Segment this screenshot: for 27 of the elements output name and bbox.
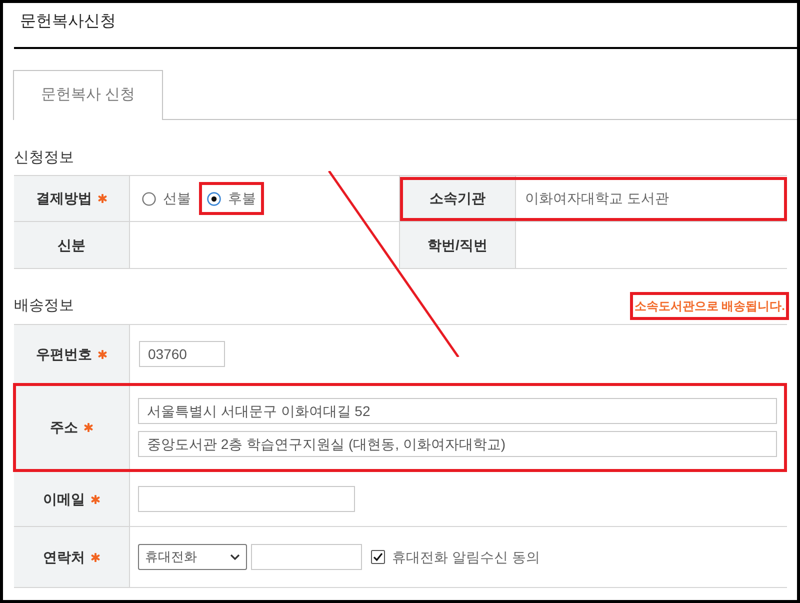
page-title: 문헌복사신청 [20, 12, 117, 32]
field-label: 주소 [50, 418, 78, 437]
dropdown[interactable]: 휴대전화 [138, 544, 247, 570]
input-field[interactable]: 중앙도서관 2층 학습연구지원실 (대현동, 이화여자대학교) [138, 431, 777, 457]
checkbox-label: 휴대전화 알림수신 동의 [392, 548, 540, 566]
chevron-down-icon [230, 554, 240, 560]
checkbox[interactable] [371, 550, 385, 564]
radio-label: 후불 [228, 189, 256, 208]
section-heading: 배송정보 [14, 296, 74, 316]
field-label: 신분 [58, 236, 86, 254]
radio-button[interactable] [207, 192, 221, 206]
field-value: 이화여자대학교 도서관 [525, 189, 669, 208]
input-field[interactable]: 서울특별시 서대문구 이화여대길 52 [138, 398, 777, 424]
input-field[interactable] [138, 486, 355, 512]
input-field[interactable] [251, 544, 362, 570]
field-label: 연락처 [43, 548, 85, 566]
notice-text: 소속도서관으로 배송됩니다. [634, 299, 785, 313]
field-label: 결제방법 [36, 189, 92, 208]
field-label: 학번/직번 [428, 236, 488, 254]
radio-button[interactable] [142, 192, 156, 206]
tab[interactable]: 문헌복사 신청 [13, 70, 163, 120]
field-label: 이메일 [43, 490, 85, 508]
radio-label: 선불 [163, 189, 191, 208]
field-label: 우편번호 [36, 344, 92, 364]
input-field[interactable]: 03760 [139, 341, 225, 367]
field-label: 소속기관 [430, 189, 486, 208]
section-heading: 신청정보 [14, 148, 74, 168]
